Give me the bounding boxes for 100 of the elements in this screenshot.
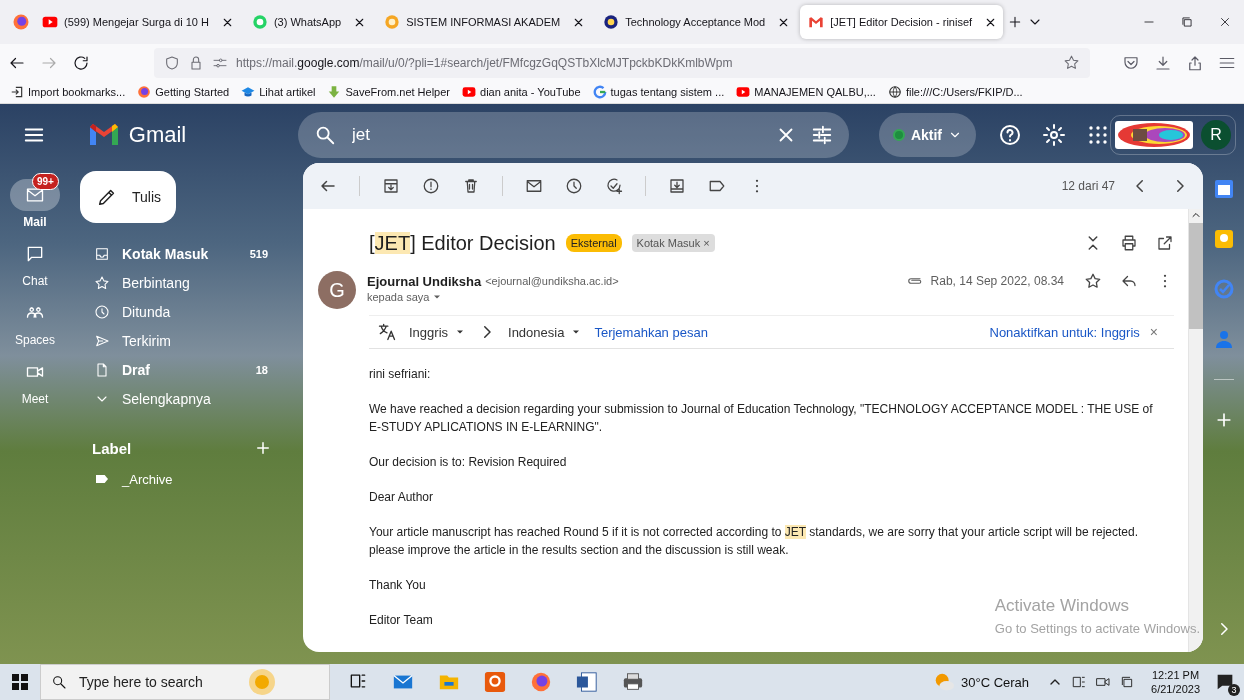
- browser-tab[interactable]: (3) WhatsApp: [243, 5, 373, 39]
- play-icon: [736, 85, 751, 99]
- scanner-icon[interactable]: [622, 671, 644, 693]
- scrollbar-thumb[interactable]: [1189, 223, 1203, 329]
- bookmark-link[interactable]: dian anita - YouTube: [462, 85, 581, 99]
- message-counter: 12 dari 47: [1061, 179, 1115, 193]
- fox-logo-icon: [12, 13, 30, 31]
- clock-icon: [94, 303, 110, 320]
- close-icon[interactable]: [1218, 15, 1232, 29]
- folder-tag[interactable]: Kotak Masuk ×: [631, 234, 715, 252]
- g-logo-icon: [592, 85, 607, 99]
- inbox-icon: [94, 245, 110, 262]
- document-icon: [94, 361, 110, 378]
- sun-icon: [247, 667, 277, 697]
- report-spam-icon[interactable]: [422, 177, 440, 195]
- weather-icon: [933, 671, 955, 693]
- weather-reading[interactable]: 30°C Cerah: [961, 674, 1030, 690]
- move-to-icon[interactable]: [668, 177, 686, 195]
- close-button[interactable]: ×: [1147, 324, 1160, 340]
- task-check-icon[interactable]: [1213, 279, 1234, 299]
- browser-tab[interactable]: Technology Acceptance Mod: [595, 5, 797, 39]
- play-icon: [462, 85, 476, 99]
- bookmark-link[interactable]: MANAJEMEN QALBU,...: [736, 85, 876, 99]
- search-bar[interactable]: jet: [298, 111, 849, 158]
- document-icon[interactable]: [576, 671, 598, 693]
- activation-notice-title: Activate Windows: [994, 596, 1130, 616]
- envelope-icon[interactable]: [525, 177, 543, 195]
- filter-icon[interactable]: [810, 123, 833, 146]
- bookmark-link[interactable]: file:///C:/Users/FKIP/D...: [887, 85, 1023, 99]
- search-bar[interactable]: Type here to search: [40, 664, 330, 700]
- bookmark-link[interactable]: SaveFrom.net Helper: [327, 85, 450, 99]
- subject-heading: [JET] Editor Decision: [369, 231, 556, 255]
- delete-icon[interactable]: [462, 177, 480, 195]
- restore-icon[interactable]: [1180, 15, 1194, 29]
- print-icon[interactable]: [1120, 234, 1138, 252]
- address-bar[interactable]: https://mail.google.com/mail/u/0/?pli=1#search/jet/FMfcgzGqQSTbXlcMJTpckbKDkKmlbWpm: [154, 47, 1090, 78]
- bookmark-link[interactable]: tugas tentang sistem ...: [592, 85, 725, 99]
- bookmark-link[interactable]: Import bookmarks...: [10, 85, 126, 99]
- message-paragraph: Editor Team: [369, 612, 433, 629]
- sender-name: Ejournal Undiksha: [367, 273, 482, 289]
- fox-logo-icon[interactable]: [530, 671, 552, 693]
- browser-tab[interactable]: SISTEM INFORMASI AKADEM: [376, 5, 592, 39]
- import-icon: [10, 85, 24, 99]
- external-tag: Eksternal: [565, 234, 622, 252]
- clock[interactable]: 12:21 PM 6/21/2023: [1151, 668, 1200, 696]
- start-icon[interactable]: [12, 674, 28, 690]
- folder-link[interactable]: Selengkapnya: [70, 384, 282, 413]
- m-logo-icon: [88, 122, 119, 147]
- graduation-cap-icon: [241, 85, 256, 99]
- status-button[interactable]: Aktif: [878, 112, 976, 157]
- search-field[interactable]: jet: [350, 123, 761, 146]
- browser-tab[interactable]: [JET] Editor Decision - rinisef: [800, 5, 1004, 39]
- label-link[interactable]: _Archive: [70, 463, 303, 495]
- bookmark-link[interactable]: Getting Started: [137, 85, 230, 99]
- archive-icon[interactable]: [382, 177, 400, 195]
- message-paragraph: Our decision is to: Revision Required: [369, 454, 567, 471]
- emblem-icon: [384, 14, 401, 30]
- search-field[interactable]: Type here to search: [77, 673, 237, 691]
- rail-item[interactable]: Meet: [2, 350, 68, 408]
- compose-button[interactable]: Tulis: [80, 171, 176, 223]
- target-language-dropdown[interactable]: Indonesia: [504, 324, 587, 340]
- folder-link[interactable]: Ditunda: [70, 297, 282, 326]
- source-language-dropdown[interactable]: Inggris: [405, 324, 471, 340]
- add-task-icon[interactable]: [605, 177, 623, 195]
- open-in-new-icon[interactable]: [1156, 234, 1174, 252]
- rail-item[interactable]: Mail 99+: [2, 173, 68, 231]
- clock-icon[interactable]: [565, 177, 583, 195]
- folder-link[interactable]: Kotak Masuk 519: [70, 239, 282, 268]
- notification-count: 3: [1228, 684, 1240, 696]
- browser-tab[interactable]: (599) Mengejar Surga di 10 H: [34, 5, 240, 39]
- play-icon: [42, 14, 58, 30]
- globe-icon: [887, 85, 902, 99]
- disable-translation-link[interactable]: Nonaktifkan untuk: Inggris: [989, 324, 1140, 340]
- rail-item[interactable]: Spaces: [2, 291, 68, 349]
- translate-link[interactable]: Terjemahkan pesan: [594, 324, 708, 340]
- message-paragraph: Your article manuscript has reached Round 5 if it is not corrected according to JET standards, we are sorry that your article script will be rejected. please improve the article in the results section and the discussion is still weak.: [369, 524, 1139, 559]
- labels-heading: Label: [92, 439, 132, 457]
- office-icon[interactable]: [484, 671, 506, 693]
- star-icon[interactable]: [1084, 272, 1102, 290]
- fox-logo-icon: [137, 85, 152, 99]
- star-icon: [94, 274, 110, 291]
- message-paragraph: Dear Author: [369, 489, 434, 506]
- lightbulb-icon[interactable]: [1213, 229, 1234, 249]
- folder-link[interactable]: Terkirim: [70, 326, 282, 355]
- plus-icon[interactable]: [254, 439, 272, 457]
- m-logo-icon: [808, 14, 825, 30]
- activation-notice-text: Go to Settings to activate Windows.: [994, 621, 1200, 636]
- account-avatar[interactable]: R: [1201, 119, 1231, 150]
- message-date: Rab, 14 Sep 2022, 08.34: [930, 274, 1064, 288]
- calendar-icon[interactable]: [1213, 179, 1234, 199]
- folder-link[interactable]: Berbintang: [70, 268, 282, 297]
- rail-item[interactable]: Chat: [2, 232, 68, 290]
- recipient-toggle[interactable]: kepada saya: [367, 291, 1174, 303]
- folder-link[interactable]: Draf 18: [70, 355, 282, 384]
- settings-icon[interactable]: [1042, 122, 1066, 147]
- reload-icon[interactable]: [72, 53, 90, 72]
- star-icon[interactable]: [1063, 54, 1080, 71]
- help-icon[interactable]: [998, 122, 1022, 147]
- emblem-icon: [603, 14, 620, 30]
- bookmark-link[interactable]: Lihat artikel: [241, 85, 316, 99]
